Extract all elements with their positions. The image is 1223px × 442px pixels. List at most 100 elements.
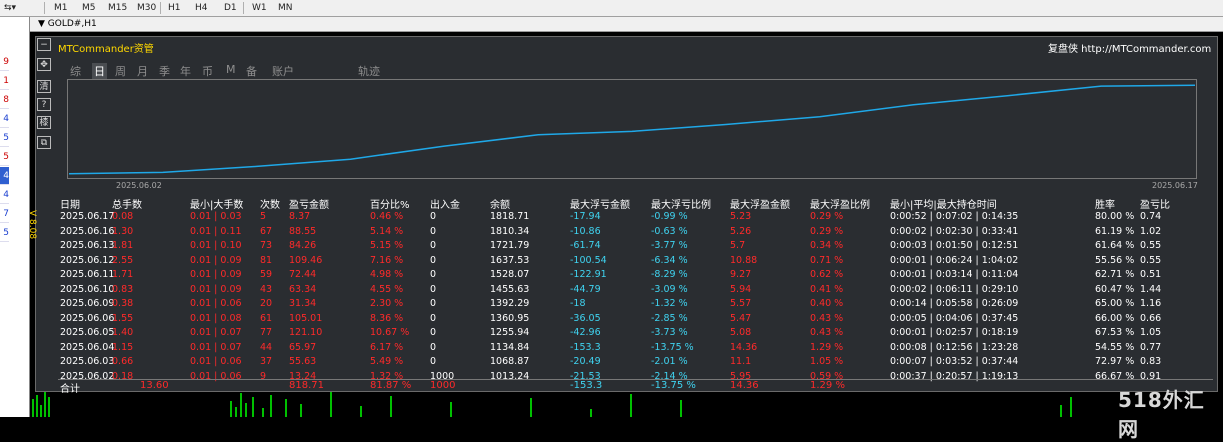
table-cell: 1.16 bbox=[1140, 298, 1162, 309]
volume-bar bbox=[300, 404, 302, 417]
table-cell: 2025.06.10 bbox=[60, 283, 115, 295]
table-cell: 0 bbox=[430, 225, 437, 237]
market-watch-panel: 9184554475 bbox=[0, 17, 30, 417]
market-watch-row[interactable]: 1 bbox=[0, 72, 9, 90]
table-cell: 59 bbox=[260, 269, 273, 280]
table-cell: 5.47 bbox=[730, 312, 752, 324]
table-cell: -153.3 bbox=[570, 341, 601, 353]
table-cell: 0.01 | 0.07 bbox=[190, 327, 242, 338]
table-cell: -2.01 % bbox=[651, 356, 688, 367]
watermark: 518外汇网 bbox=[1118, 388, 1205, 441]
table-cell: 1528.07 bbox=[490, 269, 530, 280]
total-cell: 14.36 bbox=[730, 380, 759, 391]
window-icon[interactable]: ⧉ bbox=[37, 136, 51, 149]
table-cell: 63.34 bbox=[289, 283, 317, 295]
toolbar-grip-icon[interactable]: ⇆▾ bbox=[2, 0, 18, 16]
table-cell: -3.09 % bbox=[651, 283, 688, 295]
tab-3[interactable]: 月 bbox=[137, 63, 148, 79]
table-cell: 2025.06.12 bbox=[60, 254, 115, 266]
table-cell: 80.00 % bbox=[1095, 211, 1135, 222]
tab-1[interactable]: 日 bbox=[92, 63, 107, 79]
timeframe-d1[interactable]: D1 bbox=[222, 0, 239, 16]
table-cell: 5.26 bbox=[730, 225, 752, 237]
market-watch-row[interactable]: 4 bbox=[0, 110, 9, 128]
tab-0[interactable]: 综 bbox=[70, 63, 81, 79]
market-watch-row[interactable]: 5 bbox=[0, 224, 9, 242]
table-cell: 0 bbox=[430, 269, 437, 280]
table-cell: 1455.63 bbox=[490, 283, 530, 295]
table-cell: 2025.06.06 bbox=[60, 312, 115, 324]
timeframe-w1[interactable]: W1 bbox=[250, 0, 269, 16]
table-cell: 0 bbox=[430, 312, 437, 324]
tab-4[interactable]: 季 bbox=[159, 63, 170, 79]
version-label: V 8.08 bbox=[27, 210, 37, 240]
timeframe-h4[interactable]: H4 bbox=[193, 0, 210, 16]
timeframe-mn[interactable]: MN bbox=[276, 0, 295, 16]
table-cell: 5.14 % bbox=[370, 225, 404, 237]
market-watch-row[interactable]: 4 bbox=[0, 186, 9, 204]
table-cell: 0.01 | 0.09 bbox=[190, 269, 242, 280]
tab-5[interactable]: 年 bbox=[180, 63, 191, 79]
table-cell: 8.36 % bbox=[370, 312, 404, 324]
total-separator bbox=[58, 379, 1213, 380]
table-cell: 5 bbox=[260, 211, 267, 222]
market-watch-row[interactable]: 5 bbox=[0, 148, 9, 166]
timeframe-h1[interactable]: H1 bbox=[166, 0, 183, 16]
tab-8[interactable]: 备 bbox=[246, 63, 257, 79]
layout-icon[interactable]: 㯃 bbox=[37, 116, 51, 129]
table-cell: 2025.06.09 bbox=[60, 298, 115, 309]
market-watch-row[interactable]: 9 bbox=[0, 53, 9, 71]
toolbar-separator bbox=[160, 2, 161, 14]
table-cell: 44 bbox=[260, 341, 273, 353]
table-cell: 66.00 % bbox=[1095, 312, 1135, 324]
volume-bar bbox=[1070, 397, 1072, 417]
timeframe-m5[interactable]: M5 bbox=[80, 0, 98, 16]
replay-link[interactable]: 复盘侠 http://MTCommander.com bbox=[1048, 40, 1211, 55]
help-icon[interactable]: ? bbox=[37, 98, 51, 111]
market-watch-row[interactable]: 8 bbox=[0, 91, 9, 109]
column-header: 胜率 bbox=[1095, 200, 1115, 211]
tab-2[interactable]: 周 bbox=[115, 63, 126, 79]
move-icon[interactable]: ✥ bbox=[37, 58, 51, 71]
table-cell: 43 bbox=[260, 283, 273, 295]
brand-title: MTCommander资管 bbox=[58, 44, 154, 55]
volume-bar bbox=[44, 392, 46, 417]
table-cell: 67 bbox=[260, 225, 273, 237]
table-cell: 1.02 bbox=[1140, 225, 1162, 237]
timeframe-m15[interactable]: M15 bbox=[106, 0, 129, 16]
tab-10[interactable]: 轨迹 bbox=[358, 63, 380, 79]
minus-icon[interactable]: − bbox=[37, 38, 51, 51]
table-cell: 88.55 bbox=[289, 225, 317, 237]
table-cell: 109.46 bbox=[289, 254, 323, 266]
table-cell: 0.01 | 0.06 bbox=[190, 356, 242, 367]
table-cell: 0.01 | 0.11 bbox=[190, 225, 242, 237]
table-cell: 0.83 bbox=[112, 283, 134, 295]
table-cell: 65.00 % bbox=[1095, 298, 1135, 309]
tab-6[interactable]: 币 bbox=[202, 63, 213, 79]
timeframe-m1[interactable]: M1 bbox=[52, 0, 70, 16]
table-cell: 0.34 % bbox=[810, 240, 844, 251]
chart-tab-arrow-icon: ▼ bbox=[38, 19, 48, 29]
table-cell: -100.54 bbox=[570, 254, 607, 266]
table-cell: 5.15 % bbox=[370, 240, 404, 251]
table-cell: 0.01 | 0.10 bbox=[190, 240, 242, 251]
table-cell: -13.75 % bbox=[651, 341, 694, 353]
market-watch-row[interactable]: 7 bbox=[0, 205, 9, 223]
column-header: 最大浮盈比例 bbox=[810, 200, 870, 211]
table-cell: -0.99 % bbox=[651, 211, 688, 222]
market-watch-row[interactable]: 4 bbox=[0, 167, 9, 185]
chart-tab-gold-h1[interactable]: ▼ GOLD#,H1 bbox=[38, 18, 97, 31]
table-cell: 77 bbox=[260, 327, 273, 338]
table-cell: 0:00:07 | 0:03:52 | 0:37:44 bbox=[890, 356, 1019, 367]
tab-9[interactable]: 账户 bbox=[272, 63, 294, 79]
clear-icon[interactable]: 清 bbox=[37, 80, 51, 93]
total-cell: 合计 bbox=[60, 384, 80, 395]
market-watch-row[interactable]: 5 bbox=[0, 129, 9, 147]
timeframe-m30[interactable]: M30 bbox=[135, 0, 158, 16]
table-cell: 1.05 bbox=[1140, 327, 1162, 338]
tab-7[interactable]: M bbox=[226, 63, 236, 76]
table-cell: 1637.53 bbox=[490, 254, 530, 266]
table-cell: 0.29 % bbox=[810, 225, 844, 237]
table-cell: 2025.06.17 bbox=[60, 211, 115, 222]
table-cell: 0:00:03 | 0:01:50 | 0:12:51 bbox=[890, 240, 1019, 251]
